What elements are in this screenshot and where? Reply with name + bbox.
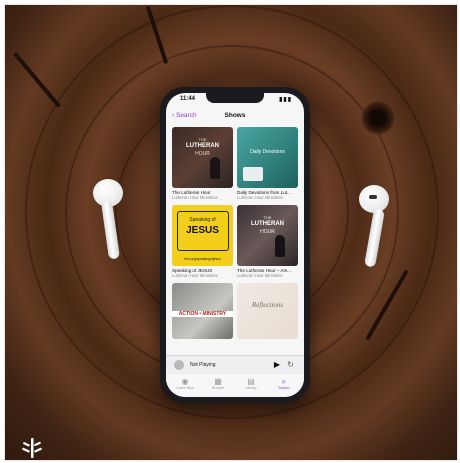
show-tile[interactable]: ACTION • MINISTRY <box>172 283 233 339</box>
wood-knot <box>361 101 395 135</box>
nav-bar: ‹ Search Shows <box>166 109 304 123</box>
art-text: THE <box>198 137 207 142</box>
art-text: lhm.org/speakingofjesus <box>184 257 221 261</box>
tab-label: Search <box>278 386 290 390</box>
artwork-placeholder-icon <box>174 360 184 370</box>
signal-icon: ▮▮▮ <box>279 97 292 103</box>
now-playing-text: Not Playing <box>190 362 216 368</box>
page-title: Shows <box>224 112 246 119</box>
skip-forward-icon[interactable]: ↻ <box>287 360 294 369</box>
art-text: ACTION • MINISTRY <box>172 311 233 317</box>
show-publisher: Lutheran Hour Ministries <box>172 195 218 200</box>
show-artwork: THE LUTHERAN HOUR <box>237 205 298 266</box>
art-text: LUTHERAN <box>186 143 219 149</box>
show-publisher: Lutheran Hour Ministries <box>172 273 218 278</box>
show-tile[interactable]: Daily Devotions Daily Devotions from Lut… <box>237 127 298 200</box>
show-artwork: Speaking of JESUS lhm.org/speakingofjesu… <box>172 205 233 266</box>
show-artwork: Reflections <box>237 283 298 339</box>
art-text: HOUR <box>260 229 275 235</box>
search-icon: ⌕ <box>281 377 287 386</box>
wood-background: 11:44 ▮▮▮ ‹ Search Shows THE LUTHERAN HO… <box>4 4 458 461</box>
tab-label: Library <box>245 386 257 390</box>
show-tile[interactable]: Reflections <box>237 283 298 339</box>
show-artwork: THE LUTHERAN HOUR <box>172 127 233 188</box>
mini-player[interactable]: Not Playing ▶ ↻ <box>166 355 304 374</box>
tab-label: Browse <box>212 386 224 390</box>
microphone-icon <box>210 157 220 179</box>
status-time: 11:44 <box>180 96 196 102</box>
listen-now-icon: ◉ <box>181 377 189 386</box>
show-publisher: Lutheran Hour Ministries <box>237 195 283 200</box>
lhm-logo-icon <box>22 438 42 458</box>
airpod-left <box>91 179 131 275</box>
book-icon <box>243 167 263 181</box>
tab-bar: ◉ Listen Now ▦ Browse ▤ Library ⌕ Search <box>166 374 304 397</box>
notch <box>206 93 264 103</box>
tab-label: Listen Now <box>176 386 194 390</box>
show-tile[interactable]: THE LUTHERAN HOUR The Lutheran Hour – Am… <box>237 205 298 278</box>
play-icon[interactable]: ▶ <box>274 360 280 369</box>
art-text: JESUS <box>186 225 219 236</box>
show-publisher: Lutheran Hour Ministries <box>237 273 283 278</box>
tab-search[interactable]: ⌕ Search <box>269 377 299 390</box>
art-text: LUTHERAN <box>251 221 284 227</box>
art-text: Daily Devotions <box>250 149 285 155</box>
tab-library[interactable]: ▤ Library <box>236 377 266 390</box>
show-tile[interactable]: Speaking of JESUS lhm.org/speakingofjesu… <box>172 205 233 278</box>
browse-icon: ▦ <box>214 377 222 386</box>
art-text: Reflections <box>251 301 284 309</box>
show-artwork: Daily Devotions <box>237 127 298 188</box>
phone-screen: 11:44 ▮▮▮ ‹ Search Shows THE LUTHERAN HO… <box>166 93 304 397</box>
microphone-icon <box>275 235 285 257</box>
airpod-right <box>355 185 395 281</box>
library-icon: ▤ <box>247 377 255 386</box>
tab-browse[interactable]: ▦ Browse <box>203 377 233 390</box>
wood-crack <box>12 51 62 109</box>
art-text: HOUR <box>195 151 210 157</box>
phone: 11:44 ▮▮▮ ‹ Search Shows THE LUTHERAN HO… <box>160 87 310 403</box>
show-tile[interactable]: THE LUTHERAN HOUR The Lutheran Hour Luth… <box>172 127 233 200</box>
tab-listen-now[interactable]: ◉ Listen Now <box>170 377 200 390</box>
art-text: THE <box>263 215 272 220</box>
art-text: Speaking of <box>189 217 216 223</box>
show-artwork: ACTION • MINISTRY <box>172 283 233 339</box>
